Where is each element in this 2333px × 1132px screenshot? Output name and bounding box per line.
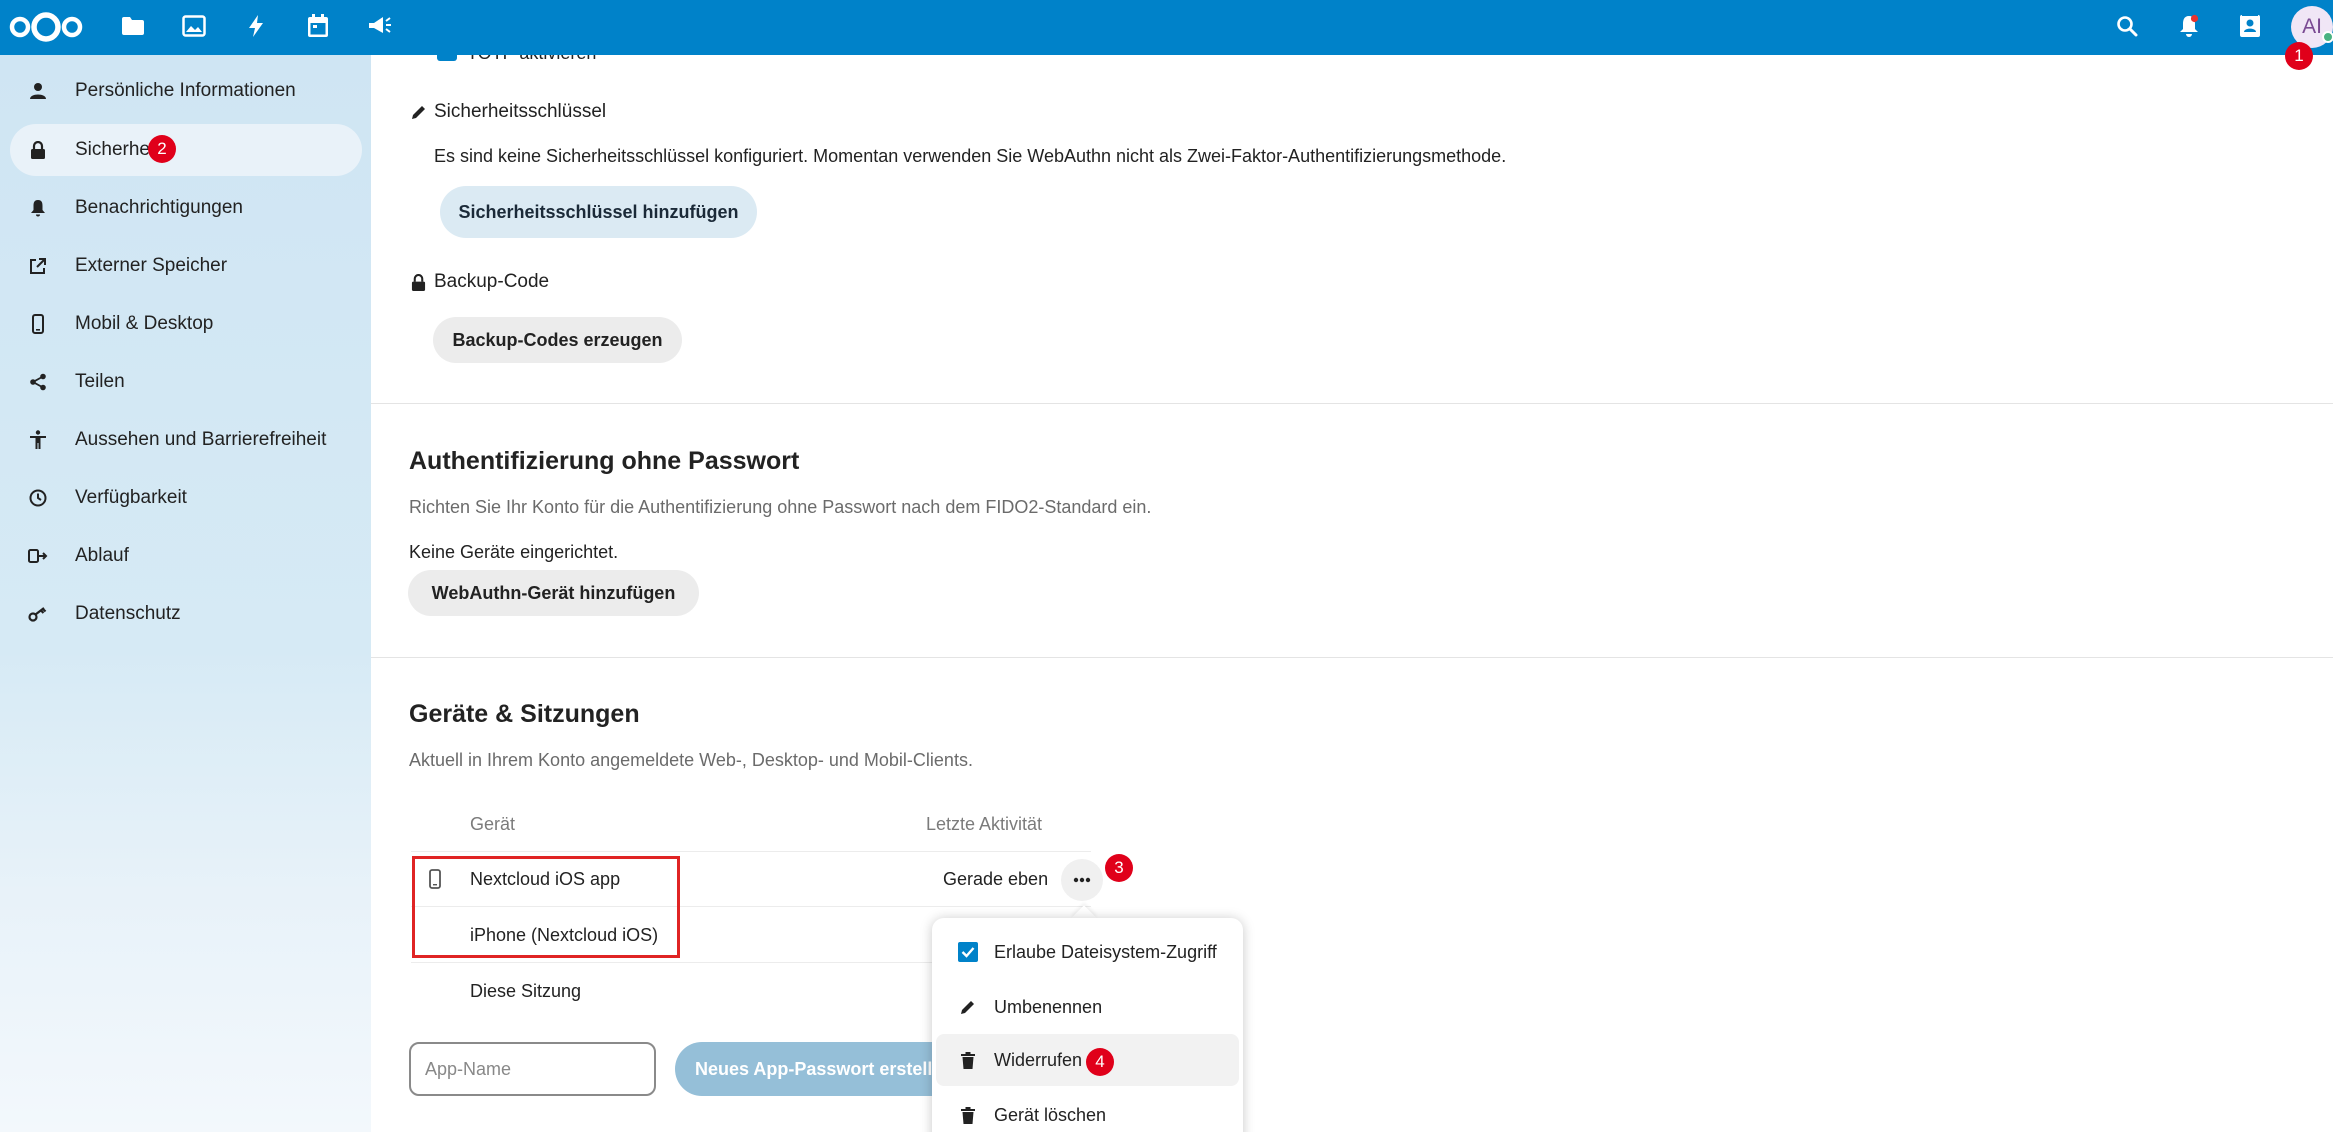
totp-label: TOTP aktivieren: [467, 55, 596, 64]
highlight-box: [412, 856, 680, 958]
user-icon: [28, 81, 48, 101]
files-icon[interactable]: [117, 10, 149, 42]
row-separator: [411, 851, 1091, 852]
sidebar-item-notifications[interactable]: Benachrichtigungen: [10, 182, 362, 234]
menu-item-label: Gerät löschen: [994, 1104, 1107, 1125]
menu-item-label: Erlaube Dateisystem-Zugriff: [994, 941, 1217, 962]
annotation-marker-3: 3: [1105, 854, 1133, 882]
trash-icon: [958, 1105, 978, 1125]
lock-icon: [411, 273, 427, 292]
passwordless-title: Authentifizierung ohne Passwort: [409, 447, 800, 475]
session-actions-button[interactable]: [1061, 859, 1103, 901]
menu-item-delete-device[interactable]: Gerät löschen: [936, 1089, 1239, 1132]
sidebar-item-label: Mobil & Desktop: [75, 313, 214, 334]
share-icon: [28, 372, 48, 392]
sidebar-item-external-storage[interactable]: Externer Speicher: [10, 240, 362, 292]
sidebar-item-security[interactable]: Sicherheit: [10, 124, 362, 176]
section-divider: [371, 657, 2333, 658]
security-settings-content: TOTP aktivieren Sicherheitsschlüssel Es …: [371, 55, 2333, 1132]
security-key-description: Es sind keine Sicherheitsschlüssel konfi…: [434, 146, 1507, 166]
avatar-initials: AI: [2302, 15, 2322, 38]
notifications-icon[interactable]: [2173, 10, 2205, 42]
passwordless-description: Richten Sie Ihr Konto für die Authentifi…: [409, 497, 1152, 517]
menu-item-label: Umbenennen: [994, 996, 1103, 1017]
section-divider: [371, 403, 2333, 404]
menu-item-rename[interactable]: Umbenennen: [936, 981, 1239, 1033]
menu-item-label: Widerrufen: [994, 1049, 1083, 1070]
sidebar-item-sharing[interactable]: Teilen: [10, 356, 362, 408]
sidebar-item-availability[interactable]: Verfügbarkeit: [10, 472, 362, 524]
status-dot: [2322, 31, 2333, 43]
more-icon: [1073, 877, 1091, 883]
phone-icon: [28, 314, 48, 334]
checkbox-checked-icon: [958, 942, 978, 962]
session-actions-menu: Erlaube Dateisystem-Zugriff Umbenennen W…: [932, 918, 1243, 1132]
menu-item-filesystem-access[interactable]: Erlaube Dateisystem-Zugriff: [936, 926, 1239, 978]
generate-backup-codes-button[interactable]: Backup-Codes erzeugen: [433, 317, 682, 363]
sidebar-item-label: Externer Speicher: [75, 255, 228, 276]
sidebar-item-label: Persönliche Informationen: [75, 80, 296, 101]
column-header-device: Gerät: [470, 814, 516, 834]
column-header-last-activity: Letzte Aktivität: [926, 814, 1043, 834]
trash-icon: [958, 1050, 978, 1070]
clock-icon: [28, 488, 48, 508]
announcements-icon[interactable]: [364, 10, 396, 42]
pencil-icon: [958, 997, 978, 1017]
sidebar-item-flow[interactable]: Ablauf: [10, 530, 362, 582]
create-app-password-button[interactable]: Neues App-Passwort erstellen: [675, 1042, 975, 1096]
top-header: AI: [0, 0, 2333, 55]
activity-icon[interactable]: [240, 10, 272, 42]
contacts-icon[interactable]: [2234, 10, 2266, 42]
sidebar-item-appearance[interactable]: Aussehen und Barrierefreiheit: [10, 414, 362, 466]
add-webauthn-device-button[interactable]: WebAuthn-Gerät hinzufügen: [408, 570, 699, 616]
annotation-marker-4: 4: [1086, 1048, 1114, 1076]
session-last-activity: Gerade eben: [943, 869, 1049, 889]
add-security-key-button[interactable]: Sicherheitsschlüssel hinzufügen: [440, 186, 757, 238]
sidebar-item-label: Datenschutz: [75, 603, 181, 624]
key-icon: [28, 604, 48, 624]
security-key-title: Sicherheitsschlüssel: [434, 101, 607, 122]
sidebar-item-label: Benachrichtigungen: [75, 197, 243, 218]
sidebar-item-mobile-desktop[interactable]: Mobil & Desktop: [10, 298, 362, 350]
external-link-icon: [28, 256, 48, 276]
totp-checkbox[interactable]: [437, 55, 457, 61]
flow-icon: [28, 546, 48, 566]
sidebar-item-label: Verfügbarkeit: [75, 487, 187, 508]
photos-icon[interactable]: [178, 10, 210, 42]
app-name-input[interactable]: App-Name: [409, 1042, 656, 1096]
nextcloud-logo-icon[interactable]: [8, 10, 84, 44]
pencil-icon: [411, 104, 429, 122]
sidebar-item-personal-info[interactable]: Persönliche Informationen: [10, 65, 362, 117]
annotation-marker-1: 1: [2285, 42, 2313, 70]
search-icon[interactable]: [2111, 10, 2143, 42]
sidebar-item-label: Ablauf: [75, 545, 129, 566]
sessions-title: Geräte & Sitzungen: [409, 700, 640, 728]
sidebar-item-privacy[interactable]: Datenschutz: [10, 588, 362, 640]
bell-icon: [28, 198, 48, 218]
accessibility-icon: [28, 430, 48, 450]
annotation-marker-2: 2: [148, 135, 176, 163]
backup-code-title: Backup-Code: [434, 271, 550, 292]
session-device-name: Diese Sitzung: [470, 981, 582, 1001]
sidebar-item-label: Aussehen und Barrierefreiheit: [75, 429, 327, 450]
passwordless-empty-text: Keine Geräte eingerichtet.: [409, 542, 619, 562]
lock-icon: [28, 140, 48, 160]
sidebar-item-label: Teilen: [75, 371, 125, 392]
sidebar-item-label: Sicherheit: [75, 139, 160, 160]
settings-sidebar: Persönliche Informationen Sicherheit Ben…: [0, 55, 371, 1132]
calendar-icon[interactable]: [302, 10, 334, 42]
sessions-description: Aktuell in Ihrem Konto angemeldete Web-,…: [409, 750, 973, 770]
